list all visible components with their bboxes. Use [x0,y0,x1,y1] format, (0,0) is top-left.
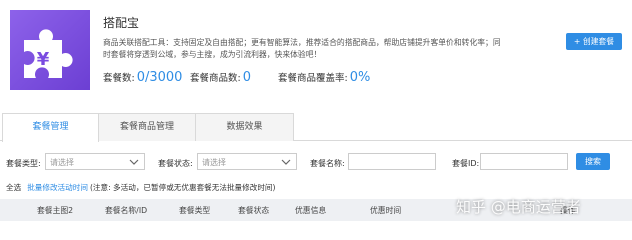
search-button[interactable]: 搜索 [576,153,610,170]
tab-package-management[interactable]: 套餐管理 [2,113,99,142]
column-header: 套餐类型 [179,206,211,215]
puzzle-piece-yen-icon: ¥ [24,29,73,78]
select-placeholder: 请选择 [202,158,226,167]
stat-package-item-count: 套餐商品数: 0 [190,70,251,85]
column-header: 套餐主图2 [37,206,74,215]
column-header: 优惠时间 [370,206,402,215]
filter-name-label: 套餐名称: [310,159,345,168]
create-package-button[interactable]: + 创建套餐 [566,33,622,50]
column-header: 优惠信息 [295,206,327,215]
stat-label: 套餐数: [103,73,135,84]
watermark: 知乎 @电商运营者 [456,198,581,216]
chevron-down-icon [129,159,139,165]
package-id-input[interactable] [480,153,568,170]
stat-package-count: 套餐数: 0/3000 [103,70,182,85]
stat-label: 套餐商品覆盖率: [278,73,348,84]
svg-text:¥: ¥ [37,49,50,70]
stat-coverage-rate: 套餐商品覆盖率: 0% [278,70,370,85]
bulk-note: (注意: 多活动，已暂停或无优惠套餐无法批量修改时间) [89,183,276,192]
chevron-down-icon [281,159,291,165]
stat-label: 套餐商品数: [190,73,241,84]
bulk-modify-time-link[interactable]: 批量修改活动时间 [27,183,88,192]
column-header: 套餐名称/ID [105,206,148,215]
stat-value: 0 [242,70,251,85]
bulk-actions: 全选 批量修改活动时间 (注意: 多活动，已暂停或无优惠套餐无法批量修改时间) [6,182,276,193]
select-all-checkbox[interactable]: 全选 [6,183,21,192]
app-title: 搭配宝 [103,16,140,30]
app-logo: ¥ [10,10,90,90]
package-status-select[interactable]: 请选择 [197,153,297,170]
app-description: 商品关联搭配工具：支持固定及自由搭配；更有智能算法，推荐适合的搭配商品，帮助店铺… [103,38,501,59]
filter-status-label: 套餐状态: [158,159,193,168]
stat-value: 0/3000 [136,70,183,85]
column-header: 套餐状态 [238,206,270,215]
stat-value: 0% [349,70,371,85]
package-type-select[interactable]: 请选择 [45,153,145,170]
select-placeholder: 请选择 [50,158,74,167]
tab-data-performance[interactable]: 数据效果 [195,113,294,141]
package-name-input[interactable] [348,153,436,170]
filter-id-label: 套餐ID: [452,159,480,168]
tab-bar: 套餐管理 套餐商品管理 数据效果 [0,113,632,142]
filter-type-label: 套餐类型: [6,159,41,168]
tab-package-item-management[interactable]: 套餐商品管理 [97,113,197,141]
